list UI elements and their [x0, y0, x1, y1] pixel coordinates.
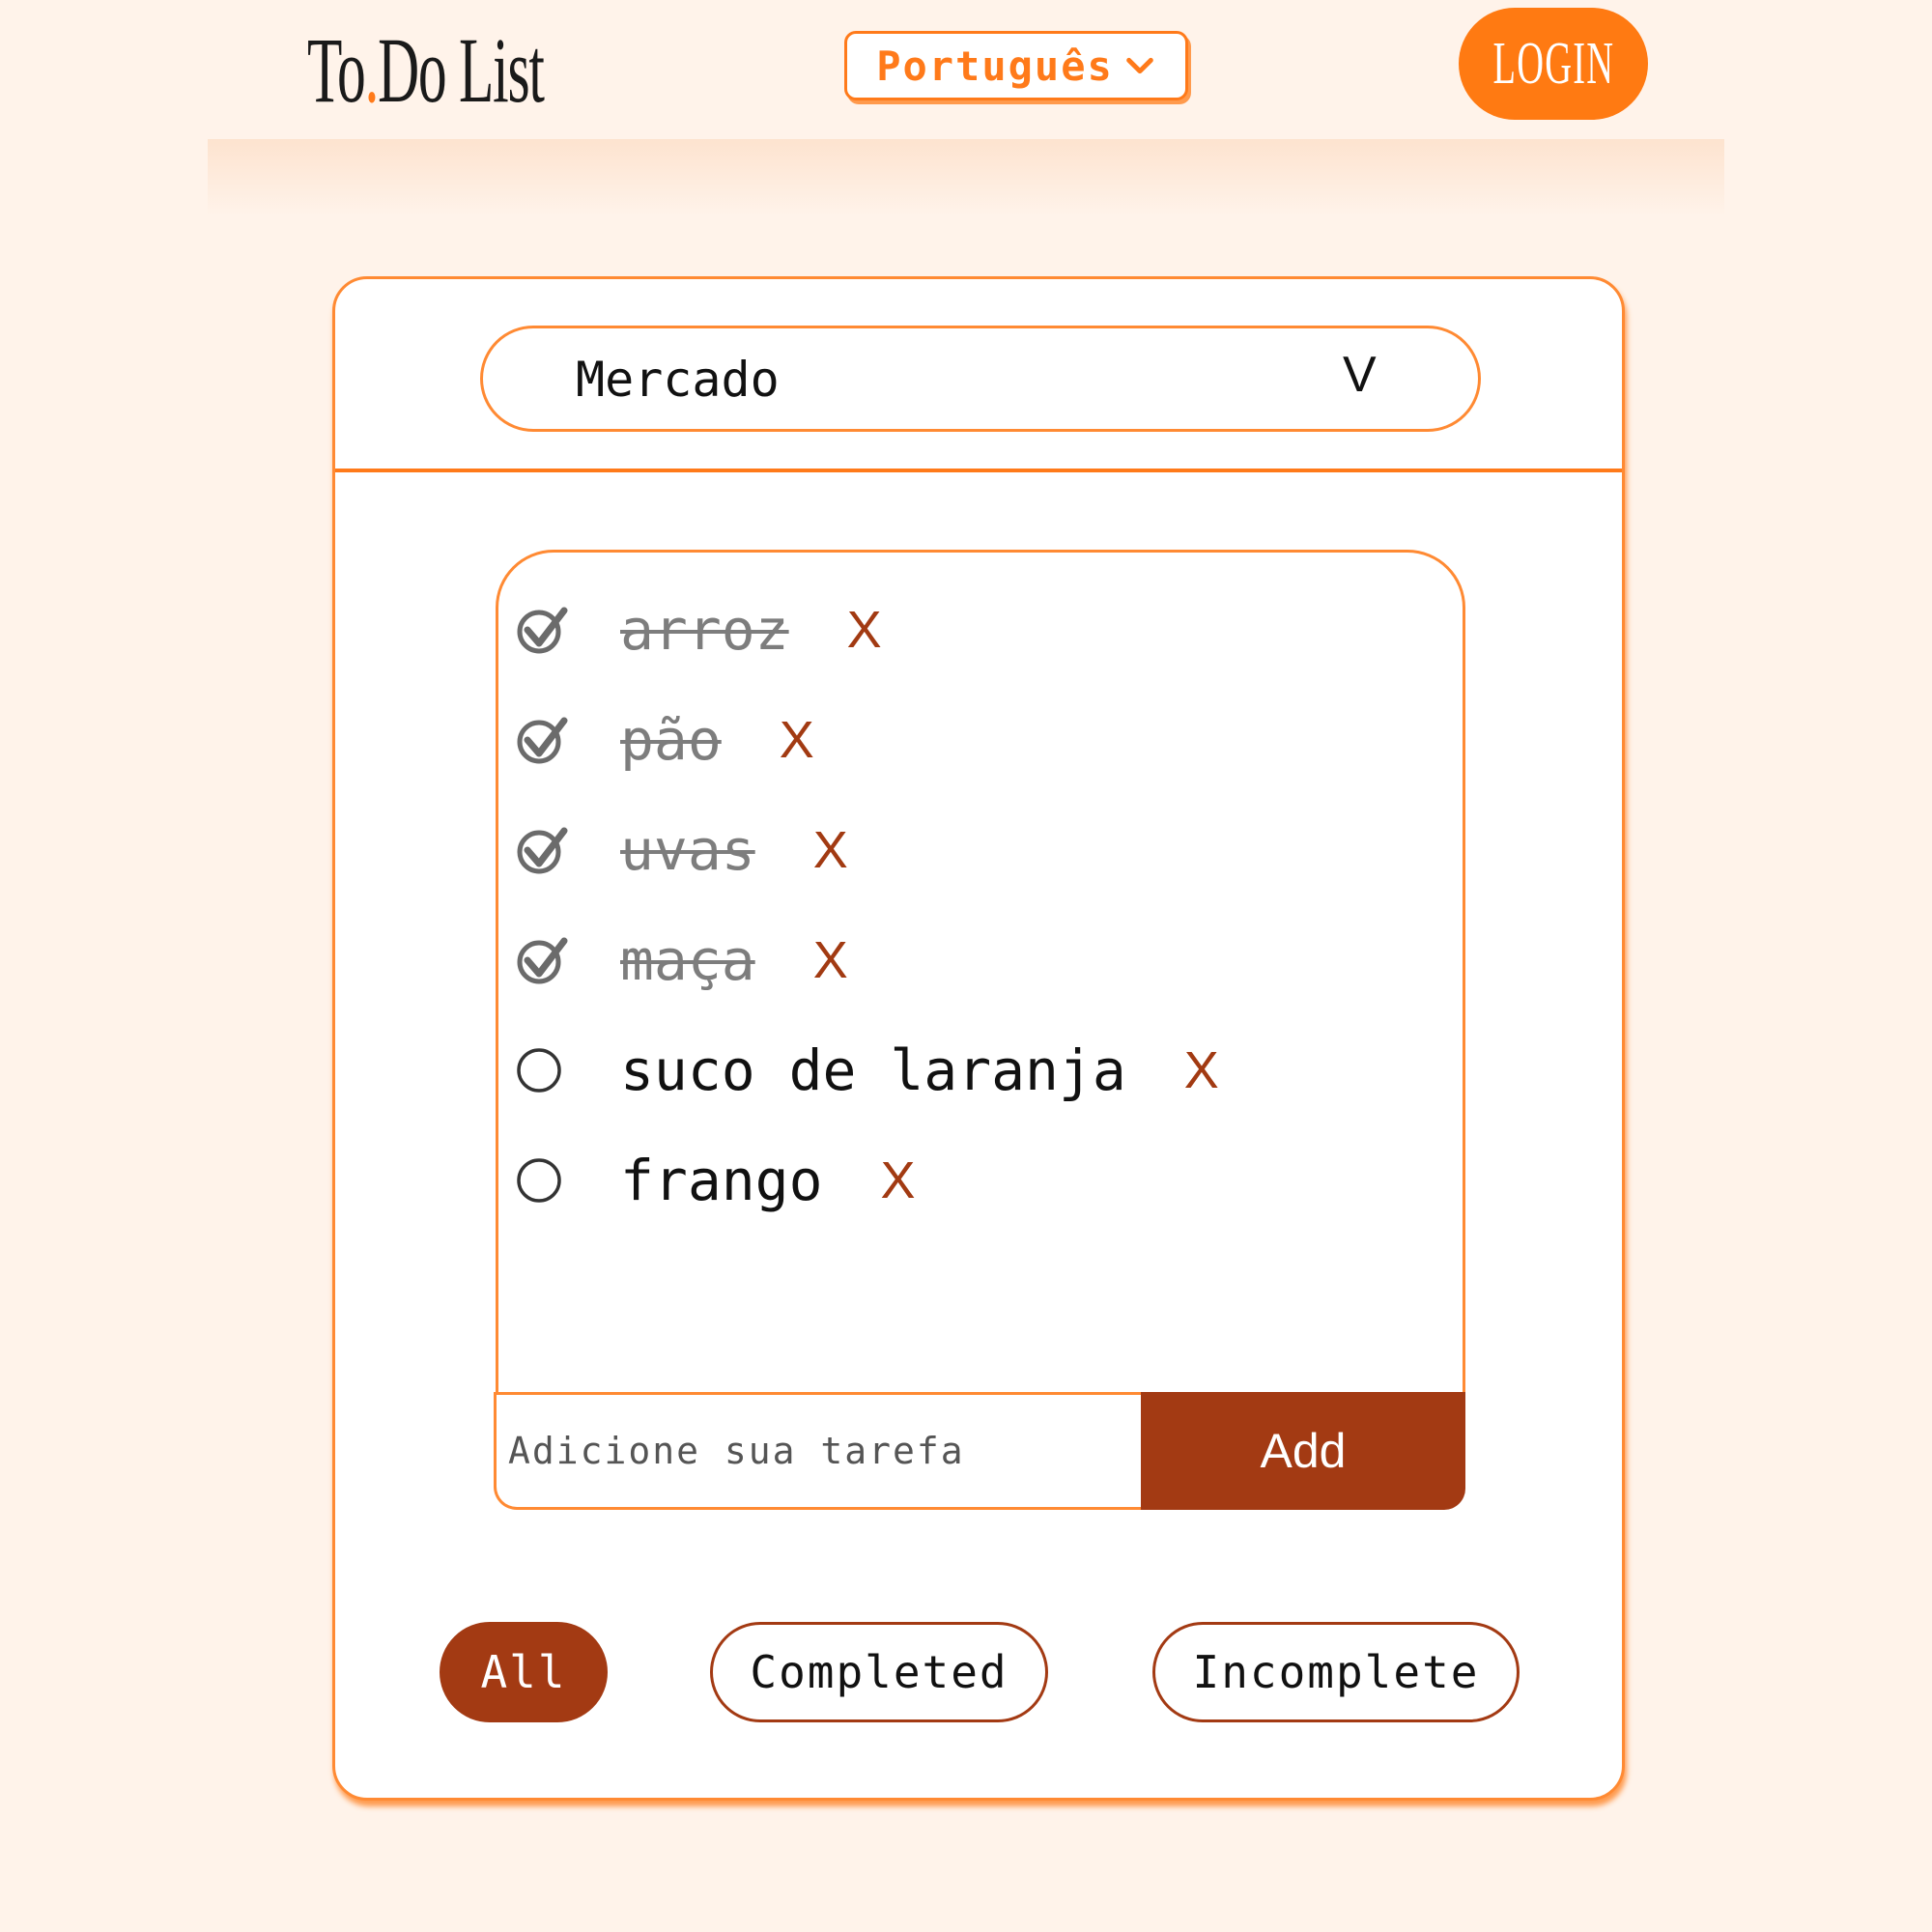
- header: To.Do List Português LOGIN: [0, 0, 1932, 139]
- filter-completed-button[interactable]: Completed: [710, 1622, 1048, 1722]
- list-selector-value: Mercado: [576, 352, 780, 408]
- chevron-down-icon: [1125, 57, 1153, 74]
- list-selector[interactable]: Mercado V: [480, 326, 1481, 432]
- todo-item: pão X: [516, 701, 814, 779]
- checked-icon[interactable]: [516, 823, 570, 877]
- todo-text: maça: [620, 927, 755, 993]
- add-task-button[interactable]: Add: [1141, 1392, 1465, 1510]
- logo-text-to: To: [307, 18, 366, 122]
- delete-task-button[interactable]: X: [780, 710, 814, 770]
- header-shadow: [208, 139, 1724, 216]
- todo-item: maça X: [516, 922, 848, 999]
- delete-task-button[interactable]: X: [813, 930, 848, 990]
- delete-task-button[interactable]: X: [1184, 1040, 1219, 1100]
- todo-text: pão: [620, 707, 722, 773]
- checked-icon[interactable]: [516, 603, 570, 657]
- list-selector-arrow-icon: V: [1343, 347, 1377, 403]
- delete-task-button[interactable]: X: [847, 600, 882, 660]
- todo-item: suco de laranja X: [516, 1032, 1219, 1109]
- todo-card: Mercado V arroz X pão X uvas X maça X su…: [332, 276, 1625, 1801]
- logo-dot: .: [364, 18, 379, 122]
- checked-icon[interactable]: [516, 933, 570, 987]
- unchecked-circle-icon[interactable]: [516, 1043, 570, 1097]
- todo-list: arroz X pão X uvas X maça X suco de lara…: [496, 550, 1465, 1458]
- unchecked-circle-icon[interactable]: [516, 1153, 570, 1208]
- logo-text-rest: Do List: [378, 18, 545, 122]
- todo-item: frango X: [516, 1142, 916, 1219]
- checked-icon[interactable]: [516, 713, 570, 767]
- todo-item: arroz X: [516, 591, 882, 668]
- delete-task-button[interactable]: X: [813, 820, 848, 880]
- language-select[interactable]: Português: [844, 31, 1188, 100]
- card-divider: [335, 469, 1622, 472]
- todo-text: frango: [620, 1148, 823, 1213]
- todo-item: uvas X: [516, 811, 848, 889]
- todo-text: arroz: [620, 597, 789, 663]
- filter-all-button[interactable]: All: [440, 1622, 608, 1722]
- todo-text: uvas: [620, 817, 755, 883]
- todo-text: suco de laranja: [620, 1037, 1126, 1103]
- login-button[interactable]: LOGIN: [1459, 8, 1648, 120]
- delete-task-button[interactable]: X: [881, 1151, 916, 1210]
- add-task-input[interactable]: [494, 1392, 1141, 1510]
- filter-incomplete-button[interactable]: Incomplete: [1152, 1622, 1520, 1722]
- language-label: Português: [876, 42, 1114, 90]
- app-logo: To.Do List: [307, 17, 545, 124]
- login-label: LOGIN: [1492, 30, 1614, 97]
